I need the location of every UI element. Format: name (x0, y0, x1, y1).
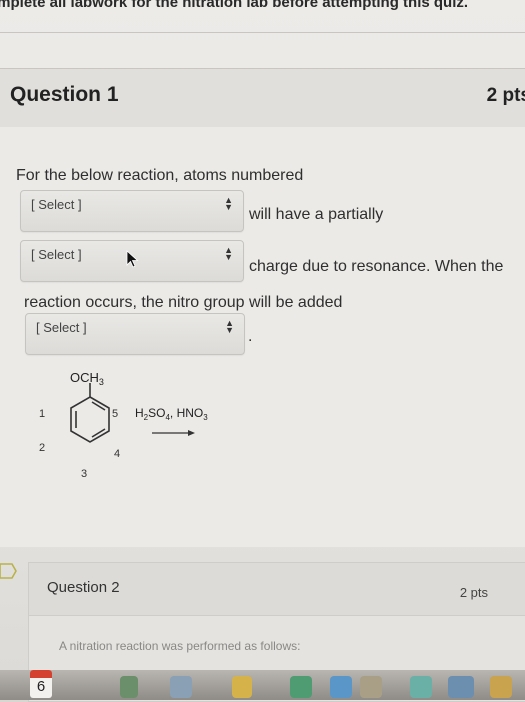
messages-icon[interactable] (290, 676, 312, 698)
question-2-header: Question 2 2 pts (29, 563, 525, 616)
app-icon[interactable] (448, 676, 474, 698)
answer-select-3[interactable]: [ Select ] ▲ ▼ (25, 313, 245, 355)
substituent-label: OCH3 (70, 370, 104, 387)
select-value: [ Select ] (36, 320, 87, 335)
flag-icon[interactable] (0, 562, 18, 584)
reaction-diagram: OCH3 1 2 3 4 5 H2SO4, HNO3 (39, 370, 208, 480)
calendar-icon[interactable]: 6 (30, 670, 52, 698)
divider (0, 32, 525, 33)
question-text-line1: For the below reaction, atoms numbered (16, 167, 304, 184)
question-1-header: Question 1 2 pts (0, 68, 525, 128)
question-text-after-select3: . (248, 328, 253, 345)
question-points: 2 pts (459, 585, 488, 600)
updown-arrows-icon: ▲ ▼ (224, 195, 233, 212)
select-value: [ Select ] (31, 197, 82, 212)
app-icon[interactable] (170, 676, 192, 698)
reaction-arrow (152, 430, 195, 436)
mouse-pointer-icon (126, 250, 139, 268)
reagent-label: H2SO4, HNO3 (135, 406, 208, 422)
question-text-line3: reaction occurs, the nitro group will be… (24, 294, 343, 311)
numbers-icon[interactable] (410, 676, 432, 698)
app-icon[interactable] (360, 676, 382, 698)
question-title: Question 1 (10, 83, 119, 106)
quiz-page: omplete all labwork for the nitration la… (0, 0, 525, 702)
atom-label-1: 1 (39, 408, 45, 420)
answer-select-1[interactable]: [ Select ] ▲ ▼ (20, 190, 244, 232)
question-text-after-select2: charge due to resonance. When the (249, 258, 504, 275)
calendar-header (30, 670, 52, 678)
instruction-banner: omplete all labwork for the nitration la… (0, 0, 469, 11)
atom-label-5: 5 (112, 408, 118, 420)
calendar-day: 6 (36, 678, 46, 695)
updown-arrows-icon: ▲ ▼ (224, 245, 233, 262)
app-icon[interactable] (330, 676, 352, 698)
app-icon[interactable] (490, 676, 512, 698)
updown-arrows-icon: ▲ ▼ (225, 318, 234, 335)
question-title: Question 2 (47, 579, 120, 596)
photos-icon[interactable] (232, 676, 252, 698)
atom-label-4: 4 (114, 448, 120, 460)
atom-label-2: 2 (39, 442, 45, 454)
benzene-ring (70, 383, 110, 443)
atom-label-3: 3 (81, 468, 87, 480)
app-icon[interactable] (120, 676, 138, 698)
question-text-after-select1: will have a partially (249, 206, 384, 223)
taskbar-dock (0, 670, 525, 700)
question-2-text: A nitration reaction was performed as fo… (59, 639, 301, 653)
question-points: 2 pts (486, 85, 525, 106)
select-value: [ Select ] (31, 247, 82, 262)
